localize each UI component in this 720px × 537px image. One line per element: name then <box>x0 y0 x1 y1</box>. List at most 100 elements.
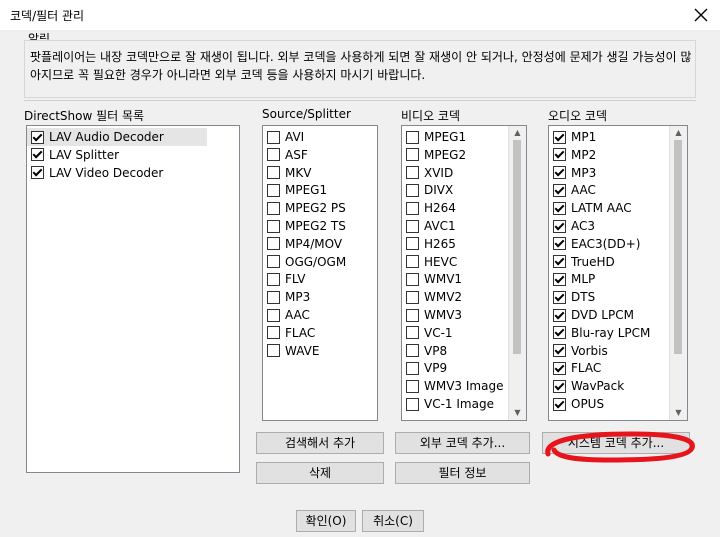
checkbox[interactable] <box>553 272 566 286</box>
search-add-button[interactable]: 검색해서 추가 <box>256 432 384 454</box>
checkbox[interactable] <box>406 237 419 251</box>
checkbox[interactable] <box>267 166 280 180</box>
checkbox[interactable] <box>406 166 419 180</box>
list-item[interactable]: VP9 <box>402 359 508 377</box>
checkbox[interactable] <box>267 290 280 304</box>
checkbox[interactable] <box>406 130 419 144</box>
checkbox[interactable] <box>553 344 566 358</box>
list-item[interactable]: FLV <box>263 270 377 288</box>
checkbox[interactable] <box>267 219 280 233</box>
list-item[interactable]: VC-1 Image <box>402 395 508 413</box>
list-item[interactable]: AVC1 <box>402 217 508 235</box>
checkbox[interactable] <box>267 130 280 144</box>
checkbox[interactable] <box>553 201 566 215</box>
checkbox[interactable] <box>553 166 566 180</box>
checkbox[interactable] <box>406 219 419 233</box>
ok-button[interactable]: 확인(O) <box>296 510 356 532</box>
scroll-down-icon[interactable]: ▼ <box>670 406 687 420</box>
list-item[interactable]: WMV3 <box>402 306 508 324</box>
checkbox[interactable] <box>406 148 419 162</box>
list-item[interactable]: MPEG1 <box>402 128 508 146</box>
checkbox[interactable] <box>406 272 419 286</box>
list-item[interactable]: ASF <box>263 146 377 164</box>
audio-list[interactable]: MP1 MP2 MP3 AAC LATM AAC AC3 EAC3(DD+) TrueHD ML… <box>548 125 688 421</box>
checkbox[interactable] <box>553 397 566 411</box>
list-item[interactable]: Blu-ray LPCM <box>549 324 669 342</box>
checkbox[interactable] <box>267 237 280 251</box>
checkbox[interactable] <box>553 183 566 197</box>
list-item[interactable]: WMV1 <box>402 270 508 288</box>
checkbox[interactable] <box>553 255 566 269</box>
checkbox[interactable] <box>31 148 44 162</box>
list-item[interactable]: H265 <box>402 235 508 253</box>
checkbox[interactable] <box>267 201 280 215</box>
list-item[interactable]: MP1 <box>549 128 669 146</box>
checkbox[interactable] <box>406 379 419 393</box>
list-item[interactable]: MPEG2 TS <box>263 217 377 235</box>
list-item[interactable]: MP3 <box>549 164 669 182</box>
cancel-button[interactable]: 취소(C) <box>362 510 424 532</box>
list-item[interactable]: OPUS <box>549 395 669 413</box>
checkbox[interactable] <box>406 183 419 197</box>
list-item[interactable]: MKV <box>263 164 377 182</box>
checkbox[interactable] <box>31 166 44 180</box>
list-item[interactable]: OGG/OGM <box>263 253 377 271</box>
list-item[interactable]: LATM AAC <box>549 199 669 217</box>
list-item[interactable]: LAV Splitter <box>27 146 239 164</box>
list-item[interactable]: VP8 <box>402 342 508 360</box>
checkbox[interactable] <box>267 326 280 340</box>
checkbox[interactable] <box>553 237 566 251</box>
list-item[interactable]: MPEG2 PS <box>263 199 377 217</box>
list-item[interactable]: XVID <box>402 164 508 182</box>
checkbox[interactable] <box>553 361 566 375</box>
checkbox[interactable] <box>406 326 419 340</box>
list-item[interactable]: EAC3(DD+) <box>549 235 669 253</box>
checkbox[interactable] <box>553 308 566 322</box>
checkbox[interactable] <box>553 379 566 393</box>
list-item[interactable]: MP3 <box>263 288 377 306</box>
checkbox[interactable] <box>267 272 280 286</box>
checkbox[interactable] <box>553 148 566 162</box>
list-item[interactable]: AAC <box>263 306 377 324</box>
list-item[interactable]: WMV2 <box>402 288 508 306</box>
list-item[interactable]: WavPack <box>549 377 669 395</box>
scroll-thumb[interactable] <box>513 140 521 354</box>
list-item[interactable]: AAC <box>549 181 669 199</box>
checkbox[interactable] <box>406 308 419 322</box>
checkbox[interactable] <box>553 130 566 144</box>
scroll-down-icon[interactable]: ▼ <box>509 406 526 420</box>
checkbox[interactable] <box>406 361 419 375</box>
scroll-up-icon[interactable]: ▲ <box>670 126 687 140</box>
checkbox[interactable] <box>553 290 566 304</box>
list-item[interactable]: DTS <box>549 288 669 306</box>
filter-info-button[interactable]: 필터 정보 <box>395 462 530 484</box>
checkbox[interactable] <box>406 255 419 269</box>
list-item[interactable]: AVI <box>263 128 377 146</box>
list-item[interactable]: MPEG1 <box>263 181 377 199</box>
checkbox[interactable] <box>406 290 419 304</box>
checkbox[interactable] <box>406 201 419 215</box>
list-item[interactable]: WAVE <box>263 342 377 360</box>
checkbox[interactable] <box>553 219 566 233</box>
scrollbar[interactable]: ▲ ▼ <box>508 126 526 420</box>
list-item[interactable]: MLP <box>549 270 669 288</box>
delete-button[interactable]: 삭제 <box>256 462 384 484</box>
checkbox[interactable] <box>31 130 44 144</box>
list-item[interactable]: WMV3 Image <box>402 377 508 395</box>
list-item[interactable]: TrueHD <box>549 253 669 271</box>
checkbox[interactable] <box>267 148 280 162</box>
scrollbar[interactable]: ▲ ▼ <box>669 126 687 420</box>
list-item[interactable]: MP4/MOV <box>263 235 377 253</box>
checkbox[interactable] <box>267 183 280 197</box>
video-list[interactable]: MPEG1 MPEG2 XVID DIVX H264 AVC1 H265 HEVC WMV1 WM… <box>401 125 527 421</box>
list-item[interactable]: DIVX <box>402 181 508 199</box>
checkbox[interactable] <box>553 326 566 340</box>
list-item[interactable]: FLAC <box>549 359 669 377</box>
list-item[interactable]: MP2 <box>549 146 669 164</box>
close-icon[interactable] <box>690 4 712 26</box>
list-item[interactable]: LAV Audio Decoder <box>27 128 207 146</box>
checkbox[interactable] <box>406 397 419 411</box>
scroll-thumb[interactable] <box>674 140 682 354</box>
list-item[interactable]: LAV Video Decoder <box>27 164 239 182</box>
checkbox[interactable] <box>406 344 419 358</box>
